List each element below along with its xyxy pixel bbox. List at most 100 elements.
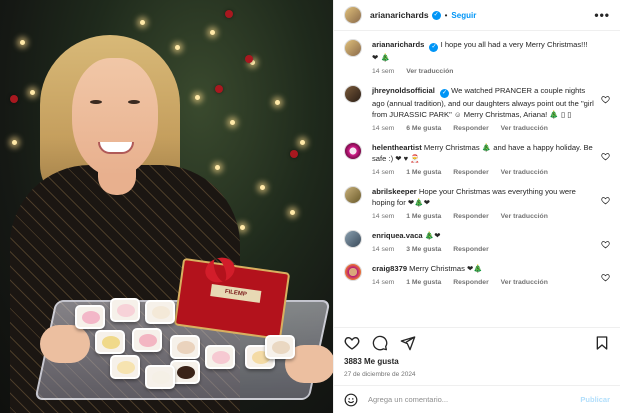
avatar[interactable] — [344, 186, 362, 204]
list-item: craig8379 Merry Christmas ❤🎄 14 sem 1 Me… — [344, 263, 610, 286]
tree-light — [195, 95, 200, 100]
comment-bubble-icon[interactable] — [372, 335, 388, 351]
tree-light — [140, 20, 145, 25]
comment-time[interactable]: 14 sem — [372, 125, 394, 132]
list-item: abrilskeeper Hope your Christmas was eve… — [344, 186, 610, 220]
avatar[interactable] — [344, 6, 362, 24]
translate-link[interactable]: Ver traducción — [501, 279, 548, 286]
author-username[interactable]: arianarichards — [370, 10, 429, 20]
comments-list[interactable]: arianarichards ✓ I hope you all had a ve… — [334, 31, 620, 327]
comment-text: Merry Christmas ❤🎄 — [409, 264, 483, 273]
avatar[interactable] — [344, 142, 362, 160]
reply-button[interactable]: Responder — [453, 125, 489, 132]
comment-composer: Publicar — [334, 385, 620, 413]
avatar[interactable] — [344, 39, 362, 57]
like-comment-heart-icon[interactable] — [601, 196, 610, 205]
tree-light — [175, 45, 180, 50]
tree-ornament — [10, 95, 18, 103]
action-bar — [334, 327, 620, 357]
person-face — [72, 58, 158, 176]
tree-light — [12, 140, 17, 145]
comment-likes[interactable]: 1 Me gusta — [406, 169, 441, 176]
comment-username[interactable]: abrilskeeper — [372, 187, 417, 196]
tree-light — [300, 140, 305, 145]
avatar[interactable] — [344, 85, 362, 103]
separator: • — [444, 10, 448, 20]
comment-time[interactable]: 14 sem — [372, 279, 394, 286]
list-item: helentheartist Merry Christmas 🎄 and hav… — [344, 142, 610, 176]
instagram-post: FILEMP arianarichards ✓ • Seguir ••• ari… — [0, 0, 620, 413]
candy — [110, 298, 140, 322]
tree-light — [215, 165, 220, 170]
list-item: jhreynoldsofficial ✓ We watched PRANCER … — [344, 85, 610, 132]
candy — [265, 335, 295, 359]
comment-likes[interactable]: 6 Me gusta — [406, 125, 441, 132]
comment-likes[interactable]: 3 Me gusta — [406, 246, 441, 253]
caption: arianarichards ✓ I hope you all had a ve… — [344, 39, 610, 75]
likes-count[interactable]: 3883 Me gusta — [334, 357, 620, 369]
comment-time[interactable]: 14 sem — [372, 246, 394, 253]
post-photo[interactable]: FILEMP — [0, 0, 333, 413]
like-comment-heart-icon[interactable] — [601, 273, 610, 282]
like-comment-heart-icon[interactable] — [601, 152, 610, 161]
candy — [145, 365, 175, 389]
reply-button[interactable]: Responder — [453, 169, 489, 176]
comment-username[interactable]: enriquea.vaca — [372, 231, 423, 240]
tree-light — [290, 210, 295, 215]
verified-badge-icon: ✓ — [431, 10, 441, 20]
tree-ornament — [245, 55, 253, 63]
translate-link[interactable]: Ver traducción — [406, 68, 453, 75]
tree-light — [210, 30, 215, 35]
tree-ornament — [225, 10, 233, 18]
translate-link[interactable]: Ver traducción — [501, 213, 548, 220]
candy — [145, 300, 175, 324]
comment-input[interactable] — [368, 395, 581, 404]
comment-username[interactable]: craig8379 — [372, 264, 407, 273]
candy — [110, 355, 140, 379]
like-comment-heart-icon[interactable] — [601, 95, 610, 104]
comment-likes[interactable]: 1 Me gusta — [406, 279, 441, 286]
person-eye — [128, 100, 140, 104]
comment-text: 🎄❤ — [424, 231, 441, 240]
emoji-icon[interactable] — [344, 393, 358, 407]
candy — [95, 330, 125, 354]
candy — [132, 328, 162, 352]
save-bookmark-icon[interactable] — [594, 335, 610, 351]
comment-username[interactable]: helentheartist — [372, 143, 422, 152]
verified-badge-icon: ✓ — [440, 89, 449, 98]
post-date[interactable]: 27 de diciembre de 2024 — [334, 369, 620, 385]
avatar[interactable] — [344, 230, 362, 248]
candy — [205, 345, 235, 369]
translate-link[interactable]: Ver traducción — [501, 169, 548, 176]
tree-light — [260, 185, 265, 190]
tree-ornament — [215, 85, 223, 93]
more-options-icon[interactable]: ••• — [594, 8, 610, 22]
tree-ornament — [290, 150, 298, 158]
follow-button[interactable]: Seguir — [451, 11, 476, 20]
comment-time[interactable]: 14 sem — [372, 169, 394, 176]
like-comment-heart-icon[interactable] — [601, 240, 610, 249]
comment-time[interactable]: 14 sem — [372, 68, 394, 75]
reply-button[interactable]: Responder — [453, 279, 489, 286]
reply-button[interactable]: Responder — [453, 246, 489, 253]
comment-username[interactable]: jhreynoldsofficial — [372, 86, 435, 95]
person-eye — [90, 100, 102, 104]
tree-light — [230, 120, 235, 125]
avatar[interactable] — [344, 263, 362, 281]
gift-label: FILEMP — [210, 284, 262, 303]
post-header: arianarichards ✓ • Seguir ••• — [334, 0, 620, 31]
like-heart-icon[interactable] — [344, 335, 360, 351]
reply-button[interactable]: Responder — [453, 213, 489, 220]
candy — [170, 335, 200, 359]
verified-badge-icon: ✓ — [429, 43, 439, 52]
list-item: enriquea.vaca 🎄❤ 14 sem 3 Me gusta Respo… — [344, 230, 610, 253]
comment-likes[interactable]: 1 Me gusta — [406, 213, 441, 220]
tree-light — [275, 100, 280, 105]
person-hand — [40, 325, 90, 363]
tree-light — [240, 225, 245, 230]
translate-link[interactable]: Ver traducción — [501, 125, 548, 132]
comment-time[interactable]: 14 sem — [372, 213, 394, 220]
share-send-icon[interactable] — [400, 335, 416, 351]
comment-username[interactable]: arianarichards — [372, 40, 424, 49]
publish-button[interactable]: Publicar — [580, 395, 610, 404]
